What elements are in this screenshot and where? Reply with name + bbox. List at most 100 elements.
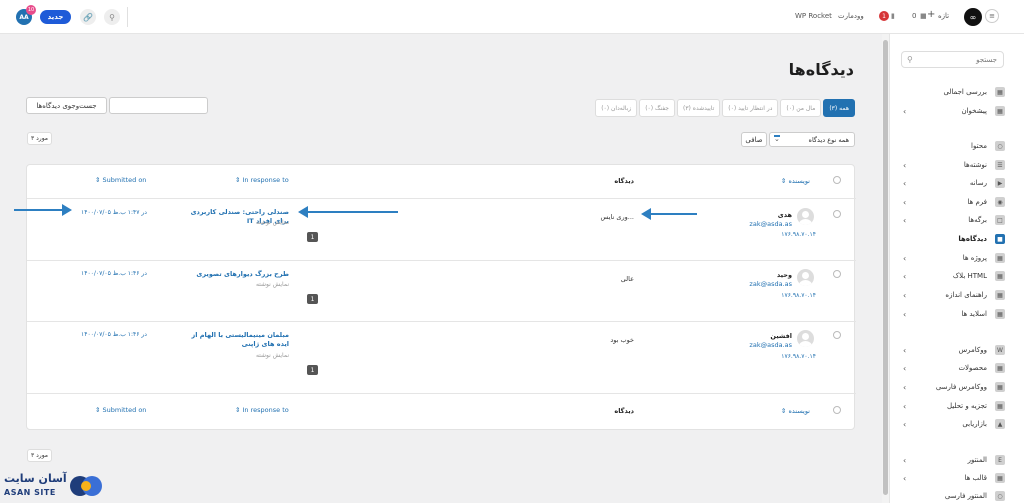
brand-name-en: ASAN SITE: [4, 488, 56, 497]
submitted-column-footer[interactable]: ⇕ Submitted on: [95, 406, 146, 414]
search-comments-button[interactable]: جست‌وجوی دیدگاه‌ها: [26, 97, 107, 114]
media-icon: ▶: [995, 178, 1005, 188]
tab-all[interactable]: همه (۳): [823, 99, 855, 117]
tab-approved[interactable]: تاییدشده (۳): [676, 99, 721, 117]
sidebar-item-projects[interactable]: ‹ پروژه ها ▦: [901, 249, 1007, 267]
search-icon[interactable]: ⚲: [104, 9, 120, 25]
sidebar-item-products[interactable]: ‹ محصولات ▦: [901, 359, 1007, 377]
response-column-footer[interactable]: ⇕ In response to: [235, 406, 289, 414]
author-column-footer[interactable]: ⇕ نویسنده: [781, 407, 810, 415]
submitted-column-header[interactable]: ⇕ Submitted on: [95, 176, 146, 184]
sidebar-item-dashboard[interactable]: ‹ پیشخوان ▦: [901, 102, 1007, 120]
response-column-header[interactable]: ⇕ In response to: [235, 176, 289, 184]
sidebar-item-forms[interactable]: ‹ فرم ها ◉: [901, 193, 1007, 211]
new-button[interactable]: جدید: [40, 10, 71, 24]
sidebar-item-label: فرم ها: [967, 198, 987, 206]
author-email[interactable]: zak@asda.as: [749, 220, 792, 228]
sidebar-item-comments[interactable]: دیدگاه‌ها ■: [901, 230, 1007, 248]
comment-column-header: دیدگاه: [614, 177, 634, 185]
sidebar-item-pages[interactable]: ‹ برگه‌ها □: [901, 211, 1007, 229]
html-block-icon: ▦: [995, 271, 1005, 281]
site-name-link[interactable]: وودمارت: [838, 12, 864, 20]
author-email[interactable]: zak@asda.as: [749, 280, 792, 288]
author-header-label: نویسنده: [788, 177, 810, 185]
tab-spam[interactable]: جفنگ (۰): [639, 99, 675, 117]
sidebar-item-slides[interactable]: ‹ اسلاید ها ▦: [901, 305, 1007, 323]
submitted-date[interactable]: ۱۴۰۰/۰۷/۰۵ در ۱:۴۶ ب.ظ: [81, 270, 147, 277]
submitted-date[interactable]: ۱۴۰۰/۰۷/۰۵ در ۱:۴۷ ب.ظ: [81, 209, 147, 216]
bubble-count: 1: [310, 295, 315, 303]
author-column-header[interactable]: ⇕ نویسنده: [781, 177, 810, 185]
filter-button[interactable]: صافی: [741, 132, 767, 147]
response-header-label: In response to: [242, 176, 289, 184]
sidebar-item-label: برگه‌ها: [968, 216, 987, 224]
link-icon[interactable]: 🔗: [80, 9, 96, 25]
new-content-link[interactable]: تازه: [938, 12, 949, 20]
scrollbar-thumb[interactable]: [883, 40, 888, 495]
updates-badge[interactable]: 1: [879, 11, 889, 21]
view-post-link[interactable]: نمایش نوشته: [256, 352, 289, 359]
sidebar-item-html-block[interactable]: ‹ بلاک HTML ▦: [901, 267, 1007, 285]
comment-count-bubble[interactable]: 1: [307, 232, 318, 242]
items-count-bottom: ۳ مورد: [27, 449, 52, 462]
comment-count-bubble[interactable]: 1: [307, 294, 318, 304]
sidebar-item-size-guide[interactable]: ‹ راهنمای اندازه ▦: [901, 286, 1007, 304]
sidebar-search-input[interactable]: جستجو ⚲: [901, 51, 1004, 68]
row-checkbox[interactable]: [833, 331, 841, 339]
sidebar-item-content[interactable]: محتوا ○: [901, 137, 1007, 155]
menu-icon[interactable]: ≡: [985, 9, 999, 23]
sidebar-item-analytics[interactable]: ‹ تجزیه و تحلیل ▦: [901, 397, 1007, 415]
site-logo-icon[interactable]: ∞: [964, 8, 982, 26]
chevron-down-icon: ⌄: [774, 135, 780, 143]
forms-icon: ◉: [995, 197, 1005, 207]
sidebar-item-elementor[interactable]: ‹ المنتور E: [901, 451, 1007, 469]
view-post-link[interactable]: نمایش نوشته: [256, 219, 289, 226]
response-post-link[interactable]: طرح بزرگ دیوارهای تصویری: [179, 270, 289, 279]
wp-rocket-link[interactable]: WP Rocket: [795, 12, 832, 20]
row-checkbox[interactable]: [833, 210, 841, 218]
sidebar-item-woocommerce-fa[interactable]: ‹ ووکامرس فارسی ▦: [901, 378, 1007, 396]
select-value: همه نوع دیدگاه: [808, 135, 849, 144]
view-post-link[interactable]: نمایش نوشته: [256, 281, 289, 288]
comment-type-select[interactable]: همه نوع دیدگاه ⌄: [769, 132, 855, 147]
chevron-left-icon: ‹: [903, 271, 907, 281]
sidebar-item-marketing[interactable]: ‹ بازاریابی ▲: [901, 415, 1007, 433]
comments-count[interactable]: 0: [912, 12, 916, 20]
search-icon: ⚲: [907, 55, 913, 64]
tab-trash[interactable]: زباله‌دان (۰): [595, 99, 638, 117]
author-footer-label: نویسنده: [788, 407, 810, 415]
sidebar-item-media[interactable]: ‹ رسانه ▶: [901, 174, 1007, 192]
tab-pending[interactable]: در انتظار تایید (۰): [722, 99, 779, 117]
select-all-checkbox-bottom[interactable]: [833, 406, 841, 414]
author-ip[interactable]: ۱۷۶.۹۸.۷۰.۱۴: [781, 353, 816, 360]
sidebar-item-label: پروژه ها: [962, 254, 987, 262]
submitted-date[interactable]: ۱۴۰۰/۰۷/۰۵ در ۱:۴۶ ب.ظ: [81, 331, 147, 338]
row-checkbox[interactable]: [833, 270, 841, 278]
comment-text: عالی: [620, 275, 634, 283]
plus-icon[interactable]: +: [927, 9, 935, 20]
submitted-header-label: Submitted on: [102, 176, 147, 184]
chevron-left-icon: ‹: [903, 382, 907, 392]
chevron-left-icon: ‹: [903, 419, 907, 429]
tab-mine[interactable]: مال من (۰): [780, 99, 822, 117]
chevron-left-icon: ‹: [903, 178, 907, 188]
sidebar-item-label: ووکامرس: [958, 346, 987, 354]
comment-icon[interactable]: ■: [920, 12, 927, 20]
sidebar-item-label: راهنمای اندازه: [945, 291, 987, 299]
response-post-link[interactable]: مبلمان مینیمالیستی با الهام از ایده های …: [179, 331, 289, 349]
author-ip[interactable]: ۱۷۶.۹۸.۷۰.۱۴: [781, 292, 816, 299]
sidebar-item-posts[interactable]: ‹ نوشته‌ها ☰: [901, 156, 1007, 174]
sidebar-item-woocommerce[interactable]: ‹ ووکامرس W: [901, 341, 1007, 359]
author-ip[interactable]: ۱۷۶.۹۸.۷۰.۱۴: [781, 231, 816, 238]
sidebar-item-templates[interactable]: ‹ قالب ها ▦: [901, 469, 1007, 487]
response-footer-label: In response to: [242, 406, 289, 414]
select-all-checkbox[interactable]: [833, 176, 841, 184]
shield-icon[interactable]: ▮: [891, 12, 895, 20]
sidebar-item-elementor-fa[interactable]: المنتور فارسی ○: [901, 487, 1007, 503]
comment-text: خوب بود: [610, 336, 634, 344]
search-placeholder: جستجو: [976, 55, 997, 64]
comment-search-input[interactable]: [109, 97, 208, 114]
comment-count-bubble[interactable]: 1: [307, 365, 318, 375]
sidebar-item-overview[interactable]: بررسی اجمالی ▦: [901, 83, 1007, 101]
author-email[interactable]: zak@asda.as: [749, 341, 792, 349]
